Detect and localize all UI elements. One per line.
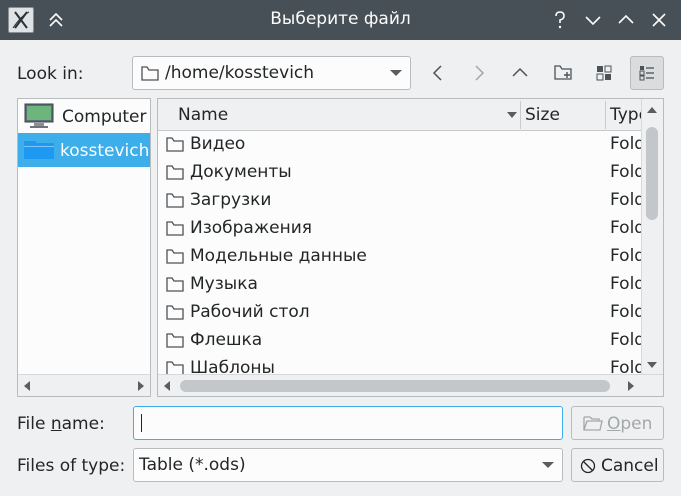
back-icon (432, 65, 442, 81)
file-type-combo[interactable]: Table (*.ods) (133, 448, 563, 482)
folder-icon (166, 333, 184, 353)
window-title: Выберите файл (270, 9, 411, 29)
file-name-label: File name: (17, 414, 105, 434)
list-item[interactable]: Документы Folder (158, 158, 641, 186)
file-list-header: Name Size Type (158, 99, 649, 131)
sort-indicator-icon (507, 112, 517, 118)
folder-icon (166, 305, 184, 325)
parent-dir-button[interactable] (503, 56, 537, 90)
folder-icon (166, 249, 184, 269)
column-separator[interactable] (520, 101, 521, 129)
forward-icon (475, 65, 485, 81)
back-button[interactable] (421, 56, 455, 90)
list-item[interactable]: Рабочий стол Folder (158, 298, 641, 326)
cancel-icon (580, 458, 596, 479)
look-in-path: /home/kosstevich (165, 63, 315, 83)
list-view-icon (596, 65, 612, 81)
column-separator[interactable] (605, 101, 606, 129)
detail-view-button[interactable] (630, 56, 664, 90)
list-item[interactable]: Изображения Folder (158, 214, 641, 242)
vscroll-thumb[interactable] (646, 127, 658, 220)
folder-icon (166, 277, 184, 297)
sidebar-item-computer[interactable]: Computer (18, 99, 150, 133)
folder-icon (141, 65, 159, 86)
list-view-button[interactable] (587, 56, 621, 90)
parent-dir-icon (512, 67, 528, 77)
file-name-input[interactable] (133, 406, 563, 440)
help-icon[interactable] (548, 8, 572, 32)
minimize-icon[interactable] (581, 8, 605, 32)
file-list-hscrollbar[interactable] (158, 374, 663, 396)
scroll-left-icon[interactable] (164, 381, 170, 391)
home-folder-icon (24, 141, 54, 164)
scroll-up-icon[interactable] (647, 107, 657, 113)
folder-icon (166, 221, 184, 241)
cancel-button[interactable]: Cancel (571, 448, 664, 482)
scroll-left-icon[interactable] (24, 381, 30, 391)
text-caret (141, 414, 142, 432)
sidebar-item-label: kosstevich (60, 141, 150, 161)
folder-icon (166, 193, 184, 213)
column-name[interactable]: Name (178, 105, 228, 125)
chevron-down-icon (542, 462, 554, 468)
hscroll-thumb[interactable] (180, 380, 610, 392)
file-type-label: Files of type: (17, 456, 126, 476)
places-sidebar[interactable]: Computer kosstevich (17, 98, 151, 397)
maximize-icon[interactable] (614, 8, 638, 32)
chevron-down-icon (390, 70, 402, 76)
scroll-right-icon[interactable] (628, 381, 634, 391)
folder-icon (166, 165, 184, 185)
sidebar-hscrollbar[interactable] (18, 374, 150, 396)
sidebar-item-label: Computer (62, 107, 147, 127)
look-in-label: Look in: (17, 64, 84, 84)
column-size[interactable]: Size (525, 105, 560, 125)
title-bar: Выберите файл (0, 0, 681, 40)
look-in-combo[interactable]: /home/kosstevich (132, 56, 411, 90)
file-type-value: Table (*.ods) (139, 455, 246, 475)
open-button[interactable]: Open (571, 406, 664, 440)
list-item[interactable]: Видео Folder (158, 130, 641, 158)
list-item[interactable]: Флешка Folder (158, 326, 641, 354)
scroll-right-icon[interactable] (138, 381, 144, 391)
list-item[interactable]: Модельные данные Folder (158, 242, 641, 270)
file-list-vscrollbar[interactable] (641, 99, 663, 374)
folder-icon (166, 137, 184, 157)
open-folder-icon (583, 415, 603, 436)
file-list[interactable]: Name Size Type Видео Folder Документы Fo… (157, 98, 664, 397)
close-icon[interactable] (647, 8, 671, 32)
detail-view-icon (639, 66, 654, 81)
scroll-down-icon[interactable] (647, 362, 657, 368)
list-item[interactable]: Музыка Folder (158, 270, 641, 298)
new-folder-icon (554, 65, 572, 80)
list-item[interactable]: Загрузки Folder (158, 186, 641, 214)
computer-icon (24, 103, 54, 134)
sidebar-item-kosstevich[interactable]: kosstevich (18, 133, 150, 167)
new-folder-button[interactable] (546, 56, 580, 90)
forward-button[interactable] (462, 56, 496, 90)
